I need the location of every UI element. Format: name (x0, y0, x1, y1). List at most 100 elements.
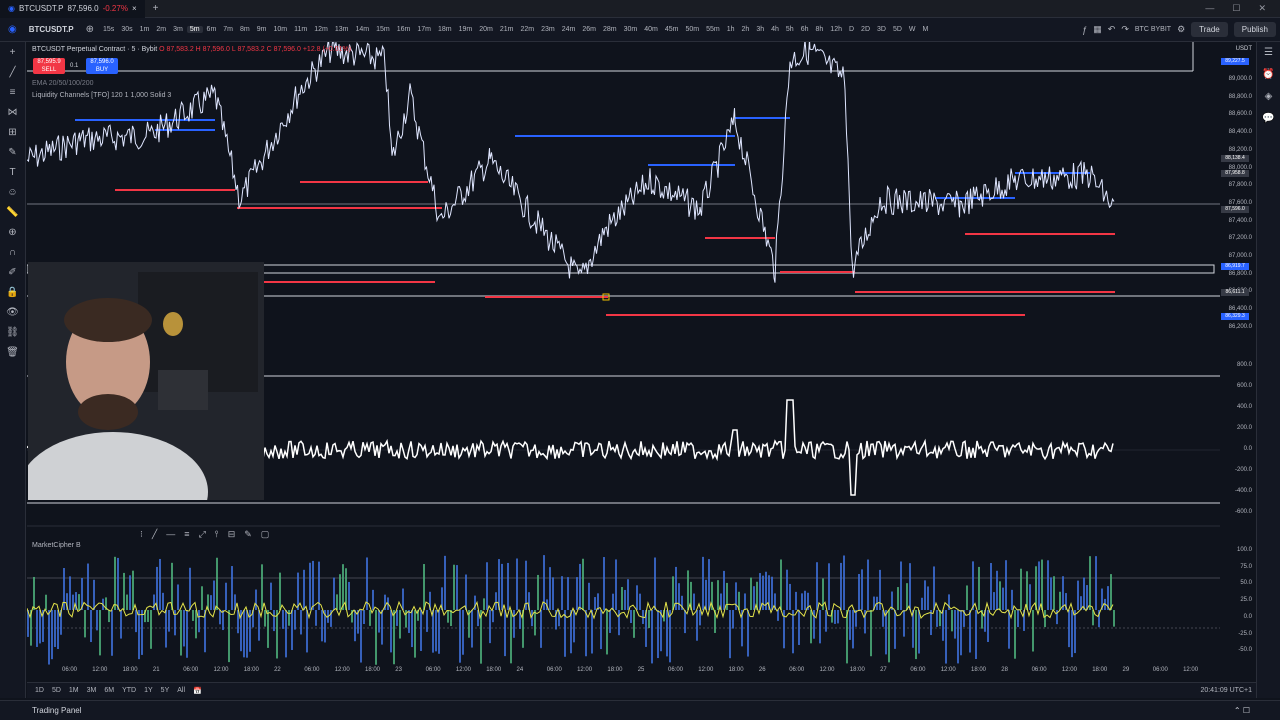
path-tool-icon[interactable]: ⤢ (199, 529, 206, 543)
layers-icon[interactable]: ◈ (1262, 90, 1276, 104)
timeframe-30s[interactable]: 30s (118, 26, 135, 33)
timeframe-5m[interactable]: 5m (186, 26, 203, 33)
minimize-icon[interactable]: — (1205, 3, 1214, 14)
range-1M[interactable]: 1M (69, 687, 79, 694)
timeframe-30m[interactable]: 30m (621, 26, 641, 33)
magnet-icon[interactable]: ∩ (6, 246, 20, 260)
marketcipher-label[interactable]: MarketCipher B (32, 542, 81, 549)
trendline-icon[interactable]: ╱ (6, 66, 20, 80)
range-5D[interactable]: 5D (52, 687, 61, 694)
range-YTD[interactable]: YTD (122, 687, 136, 694)
symbol-search[interactable]: BTCUSDT.P (23, 25, 80, 34)
timeframe-9m[interactable]: 9m (254, 26, 270, 33)
zoom-icon[interactable]: ⊕ (6, 226, 20, 240)
timeframe-1m[interactable]: 1m (137, 26, 153, 33)
hline-tool-icon[interactable]: — (166, 529, 175, 543)
drag-handle-icon[interactable]: ⁝ (140, 529, 143, 543)
timeframe-3h[interactable]: 3h (753, 26, 767, 33)
timeframe-8m[interactable]: 8m (237, 26, 253, 33)
trash-icon[interactable]: 🗑 (6, 346, 20, 360)
timeframe-40m[interactable]: 40m (641, 26, 661, 33)
sell-button[interactable]: 87,595.9 SELL (33, 58, 65, 74)
redo-icon[interactable]: ↷ (1121, 24, 1129, 35)
indicators-icon[interactable]: ƒ (1082, 25, 1087, 35)
timeframe-22m[interactable]: 22m (517, 26, 537, 33)
brush-icon[interactable]: ✎ (6, 146, 20, 160)
ruler-icon[interactable]: 📏 (6, 206, 20, 220)
timeframe-8h[interactable]: 8h (813, 26, 827, 33)
chat-icon[interactable]: 💬 (1262, 112, 1276, 126)
timeframe-4h[interactable]: 4h (768, 26, 782, 33)
timeframe-6h[interactable]: 6h (798, 26, 812, 33)
time-axis[interactable]: 06:00 12:00 18:00 21 06:00 12:00 18:00 22 06:00 1… (27, 664, 1222, 678)
range-3M[interactable]: 3M (87, 687, 97, 694)
trade-button[interactable]: Trade (1191, 22, 1228, 37)
timeframe-14m[interactable]: 14m (352, 26, 372, 33)
timeframe-3D[interactable]: 3D (874, 26, 889, 33)
timeframe-17m[interactable]: 17m (414, 26, 434, 33)
timeframe-10m[interactable]: 10m (270, 26, 290, 33)
buy-button[interactable]: 87,596.0 BUY (86, 58, 118, 74)
collapse-icon[interactable]: ⌃ ☐ (1234, 706, 1280, 715)
brush-tool-icon[interactable]: ✎ (244, 529, 252, 543)
emoji-icon[interactable]: ☺ (6, 186, 20, 200)
timeframe-D[interactable]: D (846, 26, 857, 33)
tv-logo-icon[interactable]: ◉ (4, 24, 21, 35)
channel-tool-icon[interactable]: ⊟ (228, 529, 236, 543)
timeframe-5D[interactable]: 5D (890, 26, 905, 33)
ema-indicator-label[interactable]: EMA 20/50/100/200 (32, 80, 94, 87)
clock[interactable]: 20:41:09 UTC+1 (1200, 687, 1256, 694)
timeframe-19m[interactable]: 19m (456, 26, 476, 33)
calendar-icon[interactable]: 📅 (193, 687, 202, 695)
eye-icon[interactable]: 👁 (6, 306, 20, 320)
lock-icon[interactable]: 🔒 (6, 286, 20, 300)
link-icon[interactable]: ⛓ (6, 326, 20, 340)
menu-tool-icon[interactable]: ≡ (184, 529, 189, 543)
trading-panel-label[interactable]: Trading Panel (32, 706, 82, 715)
publish-button[interactable]: Publish (1233, 22, 1276, 37)
timeframe-20m[interactable]: 20m (476, 26, 496, 33)
new-tab-icon[interactable]: + (145, 3, 167, 14)
range-All[interactable]: All (177, 687, 185, 694)
crosshair-icon[interactable]: + (6, 46, 20, 60)
rect-tool-icon[interactable]: ▢ (261, 529, 270, 543)
timeframe-50m[interactable]: 50m (682, 26, 702, 33)
timeframe-24m[interactable]: 24m (559, 26, 579, 33)
timeframe-M[interactable]: M (920, 26, 932, 33)
range-1Y[interactable]: 1Y (144, 687, 153, 694)
close-window-icon[interactable]: ✕ (1258, 3, 1266, 14)
timeframe-3m[interactable]: 3m (170, 26, 186, 33)
timeframe-7m[interactable]: 7m (220, 26, 236, 33)
timeframe-23m[interactable]: 23m (538, 26, 558, 33)
layout-icon[interactable]: ▦ (1093, 24, 1102, 35)
timeframe-15s[interactable]: 15s (100, 26, 117, 33)
timeframe-6m[interactable]: 6m (204, 26, 220, 33)
timeframe-26m[interactable]: 26m (579, 26, 599, 33)
broker-label[interactable]: BTC BYBIT (1135, 26, 1171, 33)
liquidity-indicator-label[interactable]: Liquidity Channels [TFO] 120 1 1,000 Sol… (32, 92, 171, 99)
timeframe-2h[interactable]: 2h (739, 26, 753, 33)
currency-label[interactable]: USDT (1236, 46, 1252, 52)
close-tab-icon[interactable]: × (132, 4, 137, 13)
timeframe-12m[interactable]: 12m (311, 26, 331, 33)
timeframe-55m[interactable]: 55m (703, 26, 723, 33)
timeframe-11m[interactable]: 11m (291, 26, 310, 33)
forecast-icon[interactable]: ⊞ (6, 126, 20, 140)
timeframe-45m[interactable]: 45m (662, 26, 682, 33)
timeframe-12h[interactable]: 12h (827, 26, 845, 33)
fork-tool-icon[interactable]: ⫯ (215, 529, 219, 543)
pattern-icon[interactable]: ⋈ (6, 106, 20, 120)
timeframe-2D[interactable]: 2D (858, 26, 873, 33)
watchlist-icon[interactable]: ☰ (1262, 46, 1276, 60)
maximize-icon[interactable]: ☐ (1232, 3, 1240, 14)
fib-icon[interactable]: ≡ (6, 86, 20, 100)
chart-tab[interactable]: ◉ BTCUSDT.P 87,596.0 -0.27% × (0, 0, 145, 18)
line-tool-icon[interactable]: ╱ (152, 529, 157, 543)
legend-symbol[interactable]: BTCUSDT Perpetual Contract · 5 · Bybit (32, 46, 157, 53)
timeframe-5h[interactable]: 5h (783, 26, 797, 33)
timeframe-2m[interactable]: 2m (153, 26, 169, 33)
timeframe-1h[interactable]: 1h (724, 26, 738, 33)
timeframe-18m[interactable]: 18m (435, 26, 455, 33)
timeframe-W[interactable]: W (906, 26, 919, 33)
text-icon[interactable]: T (6, 166, 20, 180)
